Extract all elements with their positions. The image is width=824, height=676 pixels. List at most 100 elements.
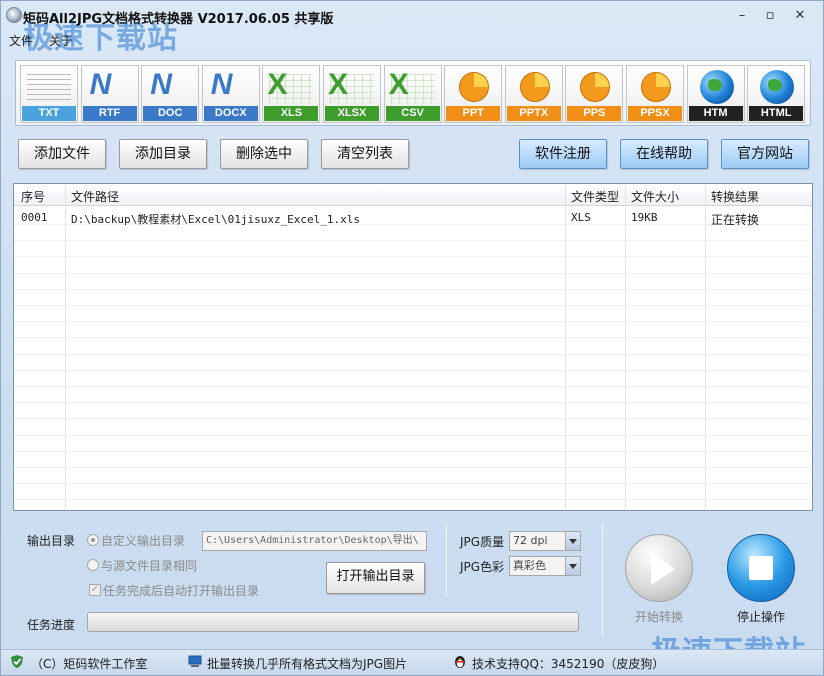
web-file-icon xyxy=(760,70,795,104)
chevron-down-icon[interactable] xyxy=(565,532,580,550)
ppt-file-icon xyxy=(519,72,550,102)
format-label: XLS xyxy=(264,106,319,121)
cell-size: 19KB xyxy=(631,211,658,224)
row-divider xyxy=(14,418,812,419)
stop-button[interactable] xyxy=(727,534,795,602)
format-ppt-button[interactable]: PPT xyxy=(444,65,503,123)
format-xls-button[interactable]: X XLS xyxy=(262,65,321,123)
status-slogan: 批量转换几乎所有格式文档为JPG图片 xyxy=(207,657,408,671)
format-label: DOC xyxy=(143,106,198,121)
ppt-file-icon xyxy=(459,72,490,102)
format-docx-button[interactable]: N DOCX xyxy=(201,65,260,123)
custom-output-label: 自定义输出目录 xyxy=(101,534,186,548)
row-divider xyxy=(14,354,812,355)
row-divider xyxy=(14,370,812,371)
format-txt-button[interactable]: TXT xyxy=(20,65,78,123)
col-result-header[interactable]: 转换结果 xyxy=(711,188,759,205)
row-divider xyxy=(14,386,812,387)
clear-list-button[interactable]: 清空列表 xyxy=(321,139,409,169)
app-logo-icon xyxy=(6,7,22,23)
same-dir-radio[interactable] xyxy=(87,559,99,571)
row-divider xyxy=(14,321,812,322)
maximize-icon[interactable]: ▫ xyxy=(759,7,781,25)
format-csv-button[interactable]: X CSV xyxy=(383,65,442,123)
format-htm-button[interactable]: HTM xyxy=(686,65,745,123)
format-label: PPT xyxy=(446,106,501,121)
register-button[interactable]: 软件注册 xyxy=(519,139,607,169)
close-icon[interactable]: ✕ xyxy=(789,7,811,25)
add-folder-button[interactable]: 添加目录 xyxy=(119,139,207,169)
custom-output-radio[interactable] xyxy=(87,534,99,546)
add-file-button[interactable]: 添加文件 xyxy=(18,139,106,169)
web-file-icon xyxy=(699,70,734,104)
row-divider xyxy=(14,337,812,338)
row-divider xyxy=(14,289,812,290)
menu-about[interactable]: 关于 xyxy=(49,34,73,48)
format-label: PPS xyxy=(567,106,622,121)
row-divider xyxy=(14,451,812,452)
format-label: TXT xyxy=(22,106,76,121)
online-help-button[interactable]: 在线帮助 xyxy=(620,139,708,169)
cell-type: XLS xyxy=(571,211,591,224)
app-window: 矩码All2JPG文档格式转换器 V2017.06.05 共享版 – ▫ ✕ 极… xyxy=(0,0,824,676)
qq-penguin-icon xyxy=(455,656,465,668)
format-html-button[interactable]: HTML xyxy=(747,65,806,123)
word-file-icon: N xyxy=(150,68,172,101)
column-divider xyxy=(565,184,566,510)
row-divider xyxy=(14,256,812,257)
jpg-quality-select[interactable]: 72 dpi xyxy=(509,531,581,551)
status-support: 技术支持QQ：3452190（皮皮狗） xyxy=(472,657,665,671)
jpg-color-label: JPG色彩 xyxy=(460,560,505,574)
delete-selected-button[interactable]: 删除选中 xyxy=(220,139,308,169)
format-label: HTML xyxy=(749,106,804,121)
format-label: DOCX xyxy=(203,106,258,121)
col-type-header[interactable]: 文件类型 xyxy=(571,188,619,205)
cell-result: 正在转换 xyxy=(711,213,760,227)
row-divider xyxy=(14,273,812,274)
stop-label: 停止操作 xyxy=(737,610,786,624)
row-divider xyxy=(14,467,812,468)
format-xlsx-button[interactable]: X XLSX xyxy=(323,65,381,123)
text-file-icon xyxy=(27,74,71,102)
format-ppsx-button[interactable]: PPSX xyxy=(626,65,684,123)
excel-file-icon: X xyxy=(388,68,409,101)
format-label: XLSX xyxy=(325,106,379,121)
official-site-button[interactable]: 官方网站 xyxy=(721,139,809,169)
col-index-header[interactable]: 序号 xyxy=(21,188,45,205)
same-dir-label: 与源文件目录相同 xyxy=(101,559,198,573)
format-toolbar: TXT N RTF N DOC N DOCX X XLS X XLSX X CSV PPT PPTX PPS P… xyxy=(15,60,811,126)
status-bar: （C）矩码软件工作室 批量转换几乎所有格式文档为JPG图片 技术支持QQ：345… xyxy=(1,649,823,675)
open-output-button[interactable]: 打开输出目录 xyxy=(326,562,425,594)
jpg-color-select[interactable]: 真彩色 xyxy=(509,556,581,576)
ppt-file-icon xyxy=(580,72,611,102)
start-convert-label: 开始转换 xyxy=(635,610,684,624)
word-file-icon: N xyxy=(210,68,233,101)
file-list-table[interactable]: 序号 文件路径 文件类型 文件大小 转换结果 0001 D:\backup\教程… xyxy=(13,183,813,511)
table-header: 序号 文件路径 文件类型 文件大小 转换结果 xyxy=(14,184,812,206)
col-size-header[interactable]: 文件大小 xyxy=(631,188,679,205)
row-divider xyxy=(14,435,812,436)
format-rtf-button[interactable]: N RTF xyxy=(80,65,139,123)
jpg-color-value: 真彩色 xyxy=(513,559,546,572)
output-path-input[interactable]: C:\Users\Administrator\Desktop\导出\ xyxy=(202,531,427,551)
format-label: HTM xyxy=(688,106,743,121)
column-divider xyxy=(625,184,626,510)
format-pptx-button[interactable]: PPTX xyxy=(504,65,563,123)
auto-open-checkbox[interactable]: ✓ xyxy=(89,584,101,596)
menu-file[interactable]: 文件 xyxy=(9,34,33,48)
start-convert-button[interactable] xyxy=(625,534,693,602)
format-label: PPSX xyxy=(628,106,682,121)
row-divider xyxy=(14,499,812,500)
format-doc-button[interactable]: N DOC xyxy=(141,65,200,123)
format-pps-button[interactable]: PPS xyxy=(565,65,624,123)
computer-icon xyxy=(188,655,202,667)
chevron-down-icon[interactable] xyxy=(565,557,580,575)
minimize-icon[interactable]: – xyxy=(731,7,753,25)
col-path-header[interactable]: 文件路径 xyxy=(71,188,119,205)
cell-index: 0001 xyxy=(21,211,48,224)
row-divider xyxy=(14,402,812,403)
excel-file-icon: X xyxy=(328,68,349,101)
word-file-icon: N xyxy=(89,68,112,101)
column-divider xyxy=(705,184,706,510)
excel-file-icon: X xyxy=(267,68,288,101)
